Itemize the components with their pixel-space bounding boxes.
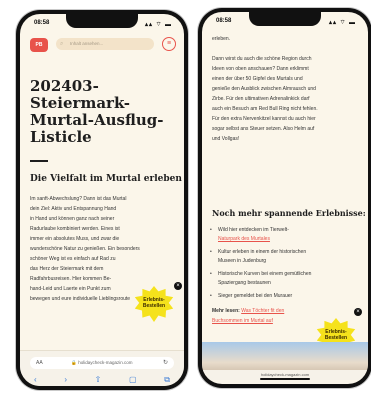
share-icon[interactable]: ⇧ — [95, 375, 102, 385]
para-line: einen der über 50 Gipfel des Murtals und — [212, 76, 303, 82]
status-icons: ▴▴ ⌔ ▬ — [145, 22, 172, 28]
list-item-text: Spaziergang bestaunen — [218, 280, 271, 286]
bookmarks-icon[interactable]: ▢ — [129, 375, 137, 385]
para-line: genieße den Ausblick zwischen Almrausch … — [212, 86, 316, 92]
list-item-text: Wild hier entdecken im Tierwelt- — [218, 227, 289, 233]
list-item: • Historische Kurven bei einem gemütlich… — [210, 270, 358, 288]
para-line: und Vollgas! — [212, 136, 240, 142]
phone-right: 08:58 ▴▴ ⌔ ▬ erleben. Dann wirst du auch… — [198, 8, 371, 388]
para-line: Für den extra Nervenkitzel kannst du auc… — [212, 116, 316, 122]
para-line: erleben. — [212, 36, 231, 42]
browser-toolbar: AA 🔒 holidaycheck-magazin.com ↻ ‹ › ⇧ ▢ … — [20, 350, 184, 386]
para-line: Ideen von oben anschauen? Dann erklimmt — [212, 66, 309, 72]
list-item-text: Museen in Judenburg — [218, 258, 267, 264]
site-logo[interactable]: PB — [30, 38, 48, 52]
phone-right-screen: 08:58 ▴▴ ⌔ ▬ erleben. Dann wirst du auch… — [202, 12, 368, 384]
para-line: Im sanft-Abwechslung? Dann ist das Murta… — [30, 196, 127, 202]
page-title: 202403-Steiermark-Murtal-Ausflug-Listicl… — [30, 77, 164, 146]
status-icons: ▴▴ ⌔ ▬ — [329, 20, 356, 26]
para-line: Dann wirst du auch die schöne Region dur… — [212, 56, 312, 62]
list-item: • Kultur erleben in einem der historisch… — [210, 248, 358, 266]
para-line — [212, 44, 360, 54]
close-icon[interactable]: × — [354, 308, 362, 316]
notch — [249, 12, 321, 26]
reader-aa-button[interactable]: AA — [36, 357, 43, 369]
para-line: dein Ziel: Aktiv und Entspannung Hand — [30, 206, 117, 212]
menu-icon[interactable]: ≡ — [162, 37, 176, 51]
para-line: sogar selbst ans Steuer setzen. Also Hel… — [212, 126, 315, 132]
search-icon: ⌕ — [60, 41, 64, 47]
reload-icon[interactable]: ↻ — [163, 357, 168, 369]
url-text: 🔒 holidaycheck-magazin.com — [71, 360, 133, 365]
article-paragraph: erleben. Dann wirst du auch die schöne R… — [212, 34, 360, 144]
para-line: das Herz der Steiermark mit dem — [30, 266, 104, 272]
list-item: • Sieger gemeldet bei den Murauer — [210, 292, 358, 301]
status-time: 08:58 — [216, 18, 232, 24]
browser-nav: ‹ › ⇧ ▢ ⧉ — [34, 375, 170, 385]
promo-badge[interactable]: Erlebnis-Bestellen — [134, 286, 174, 322]
para-line: in Hand und können ganz nach seiner — [30, 216, 115, 222]
section-heading: Noch mehr spannende Erlebnisse: — [212, 208, 366, 218]
list-item: • Wild hier entdecken im Tierwelt- Natur… — [210, 226, 358, 244]
tabs-icon[interactable]: ⧉ — [164, 375, 170, 385]
section-heading: Die Vielfalt im Murtal erleben — [30, 174, 182, 184]
search-input[interactable]: ⌕ Inhalt ansehen... — [56, 38, 154, 50]
para-line: Radfahrbusreisen. Hier kommen Be- — [30, 276, 112, 282]
phone-left-screen: 08:58 ▴▴ ⌔ ▬ PB ⌕ Inhalt ansehen... ≡ 20… — [20, 14, 184, 386]
list-item-link[interactable]: Naturpark des Murtales — [218, 235, 358, 244]
title-divider — [30, 160, 48, 162]
badge-label: Erlebnis-Bestellen — [142, 297, 166, 309]
para-line: Zirbe. Für den ultimativen Adrenalinkick… — [212, 96, 310, 102]
list-item-text: Sieger gemeldet bei den Murauer — [218, 293, 293, 299]
read-more-link-cont[interactable]: Buchsommen im Murtal auf — [212, 318, 273, 324]
list-item-text: Historische Kurven bei einem gemütlichen — [218, 271, 312, 277]
para-line: immer ein absolutes Muss, und zwar die — [30, 236, 120, 242]
para-line: wunderschöne Natur zu genießen. Ein beso… — [30, 246, 140, 252]
para-line: Radurlaube kombiniert werden. Eines ist — [30, 226, 120, 232]
list-item-text: Kultur erleben in einem der historischen — [218, 249, 307, 255]
back-icon[interactable]: ‹ — [34, 375, 37, 385]
status-time: 08:58 — [34, 20, 50, 26]
read-more-label: Mehr lesen: — [212, 308, 240, 314]
url-bar[interactable]: AA 🔒 holidaycheck-magazin.com ↻ — [30, 357, 174, 369]
site-header: PB ⌕ Inhalt ansehen... ≡ — [26, 34, 178, 56]
close-icon[interactable]: × — [174, 282, 182, 290]
phone-left: 08:58 ▴▴ ⌔ ▬ PB ⌕ Inhalt ansehen... ≡ 20… — [16, 10, 188, 390]
forward-icon[interactable]: › — [64, 375, 67, 385]
badge-label: Erlebnis-Bestellen — [324, 329, 348, 341]
search-placeholder: Inhalt ansehen... — [70, 41, 104, 46]
read-more-link[interactable]: Was Töchter fit den — [241, 308, 284, 314]
para-line: schöner Weg ist es einfach auf Rad zu — [30, 256, 116, 262]
home-indicator — [260, 378, 310, 380]
para-line: auch ein Besuch am Red Bull Ring nicht f… — [212, 106, 318, 112]
notch — [66, 14, 138, 28]
